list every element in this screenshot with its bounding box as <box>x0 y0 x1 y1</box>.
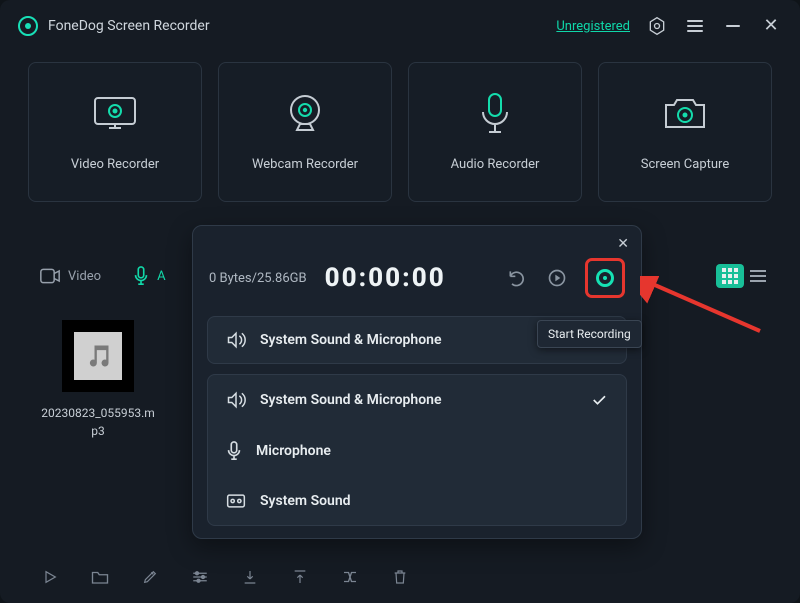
option-microphone[interactable]: Microphone <box>208 425 626 477</box>
sliders-icon[interactable] <box>190 567 210 587</box>
option-system-sound[interactable]: System Sound <box>208 477 626 525</box>
titlebar-controls: Unregistered ✕ <box>556 15 782 37</box>
app-window: FoneDog Screen Recorder Unregistered ✕ V… <box>0 0 800 603</box>
mode-label: Webcam Recorder <box>252 157 358 172</box>
start-recording-tooltip: Start Recording <box>537 320 642 348</box>
app-title: FoneDog Screen Recorder <box>48 18 210 34</box>
mode-video-recorder[interactable]: Video Recorder <box>28 62 202 202</box>
mode-screen-capture[interactable]: Screen Capture <box>598 62 772 202</box>
start-recording-button[interactable] <box>585 258 625 298</box>
unregistered-link[interactable]: Unregistered <box>556 19 630 34</box>
tab-label: Video <box>68 269 101 284</box>
trash-icon[interactable] <box>390 567 410 587</box>
camera-icon <box>662 93 708 135</box>
play-icon[interactable] <box>40 567 60 587</box>
list-view-button[interactable] <box>744 264 772 288</box>
speaker-icon <box>226 391 246 409</box>
view-toggle <box>716 264 772 288</box>
record-dot-icon <box>596 269 614 287</box>
option-label: Microphone <box>256 443 331 459</box>
panel-close-icon[interactable]: ✕ <box>617 236 629 252</box>
tab-video[interactable]: Video <box>28 262 113 290</box>
file-thumbnail <box>62 320 134 392</box>
recorder-panel-top: 0 Bytes/25.86GB 00:00:00 <box>193 226 641 316</box>
menu-icon[interactable] <box>684 15 706 37</box>
folder-icon[interactable] <box>90 567 110 587</box>
option-system-and-mic[interactable]: System Sound & Microphone <box>208 375 626 425</box>
settings-hex-icon[interactable] <box>646 15 668 37</box>
library-file[interactable]: 20230823_055953.mp3 <box>38 320 158 440</box>
option-label: System Sound <box>260 493 351 509</box>
file-name: 20230823_055953.mp3 <box>38 404 158 440</box>
mode-label: Video Recorder <box>71 157 159 172</box>
import-icon[interactable] <box>240 567 260 587</box>
mode-audio-recorder[interactable]: Audio Recorder <box>408 62 582 202</box>
export-icon[interactable] <box>290 567 310 587</box>
microphone-icon <box>479 93 511 135</box>
recording-timer: 00:00:00 <box>325 263 446 293</box>
tab-label: A <box>157 269 165 284</box>
recorder-controls <box>505 258 625 298</box>
bytes-status: 0 Bytes/25.86GB <box>209 271 307 286</box>
undo-icon[interactable] <box>505 266 529 290</box>
close-button[interactable]: ✕ <box>760 15 782 37</box>
webcam-icon <box>283 93 327 135</box>
microphone-icon <box>226 441 242 461</box>
mode-label: Audio Recorder <box>451 157 540 172</box>
merge-icon[interactable] <box>340 567 360 587</box>
speaker-icon <box>226 331 246 349</box>
mode-label: Screen Capture <box>641 157 729 172</box>
minimize-button[interactable] <box>722 15 744 37</box>
audio-source-dropdown: System Sound & Microphone Microphone Sys… <box>207 374 627 526</box>
play-preview-icon[interactable] <box>545 266 569 290</box>
recorder-panel: ✕ 0 Bytes/25.86GB 00:00:00 System Sound … <box>192 225 642 539</box>
soundcard-icon <box>226 493 246 509</box>
music-note-icon <box>74 332 122 380</box>
library-toolbar <box>40 567 410 587</box>
mode-webcam-recorder[interactable]: Webcam Recorder <box>218 62 392 202</box>
app-logo-icon <box>18 16 38 36</box>
titlebar: FoneDog Screen Recorder Unregistered ✕ <box>0 0 800 52</box>
mode-cards: Video Recorder Webcam Recorder Audio Rec… <box>0 52 800 202</box>
tab-audio[interactable]: A <box>121 260 177 292</box>
option-label: System Sound & Microphone <box>260 392 442 408</box>
check-icon <box>590 391 608 409</box>
grid-view-button[interactable] <box>716 264 744 288</box>
monitor-icon <box>91 93 139 135</box>
edit-pencil-icon[interactable] <box>140 567 160 587</box>
select-label: System Sound & Microphone <box>260 332 442 348</box>
